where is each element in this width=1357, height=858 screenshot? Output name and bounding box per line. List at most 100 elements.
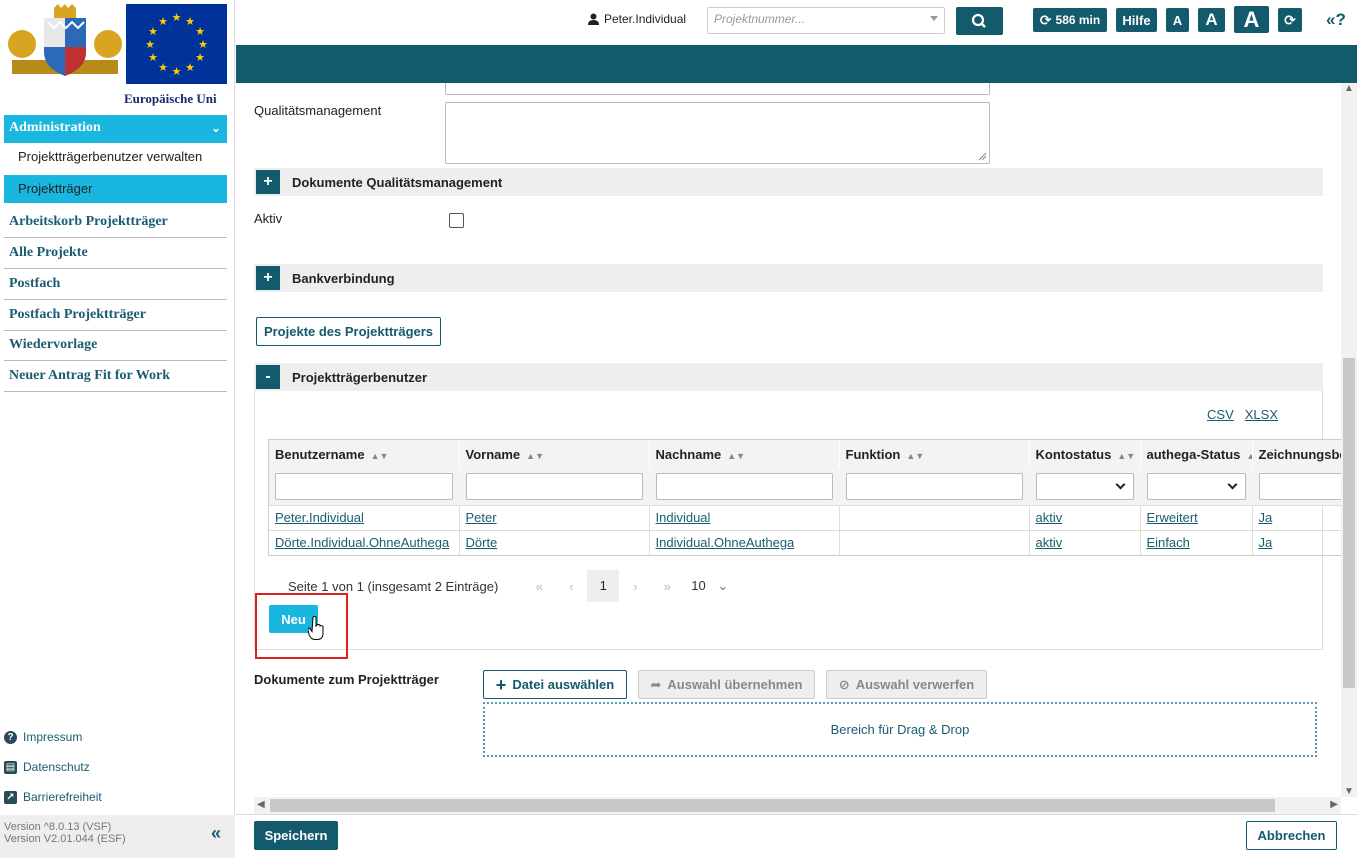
font-size-medium-button[interactable]: A: [1198, 8, 1225, 32]
prev-page-icon[interactable]: ‹: [555, 579, 587, 594]
project-number-placeholder: Projektnummer...: [714, 12, 805, 26]
share-arrow-icon: ➦: [650, 676, 662, 692]
sidebar-item-arbeitskorb[interactable]: Arbeitskorb Projektträger: [4, 207, 227, 238]
horizontal-scroll-thumb[interactable]: [270, 799, 1275, 812]
current-user: Peter.Individual: [588, 12, 686, 26]
cell-link[interactable]: Einfach: [1147, 535, 1190, 550]
expand-panel-button[interactable]: +: [256, 170, 280, 194]
svg-text:★: ★: [185, 15, 195, 28]
filter-select-kontostatus[interactable]: [1035, 472, 1134, 500]
select-file-label: Datei auswählen: [512, 677, 615, 692]
sidebar-item-projekttraeger[interactable]: Projektträger: [4, 175, 227, 203]
id-badge-icon: ▤: [4, 760, 17, 774]
column-header[interactable]: Funktion ▲▼: [839, 440, 1030, 468]
datenschutz-label: Datenschutz: [23, 760, 90, 774]
sidebar-item-postfach[interactable]: Postfach: [4, 269, 227, 300]
collapse-panel-button[interactable]: -: [256, 365, 280, 389]
column-header[interactable]: Vorname ▲▼: [459, 440, 650, 468]
sidebar-item-wiedervorlage[interactable]: Wiedervorlage: [4, 330, 227, 361]
cell-link[interactable]: Ja: [1259, 535, 1273, 550]
cell-link[interactable]: Peter: [466, 510, 497, 525]
first-page-icon[interactable]: «: [523, 579, 555, 594]
help-toggle-icon[interactable]: «?: [1326, 10, 1346, 30]
search-button[interactable]: [956, 7, 1003, 35]
vertical-scroll-thumb[interactable]: [1343, 358, 1355, 688]
filter-input-benutzername[interactable]: [275, 472, 453, 500]
sidebar-section-administration[interactable]: Administration ⌄: [4, 115, 227, 143]
scroll-right-icon[interactable]: ▶: [1330, 799, 1338, 810]
cell-link[interactable]: Dörte: [466, 535, 498, 550]
page-size-select[interactable]: 10 ⌄: [691, 578, 728, 594]
previous-textarea[interactable]: [445, 83, 990, 95]
filter-select-zeichnungsberechtigt[interactable]: [1258, 472, 1341, 500]
cell-link[interactable]: aktiv: [1036, 535, 1063, 550]
sidebar-item-neuer-antrag[interactable]: Neuer Antrag Fit for Work: [4, 361, 227, 392]
users-table-container[interactable]: Benutzername ▲▼ Vorname ▲▼ Nachname ▲▼ Funk…: [268, 439, 1341, 556]
column-header[interactable]: Zeichnungsberechtigt▲▼: [1252, 440, 1341, 468]
expand-panel-button[interactable]: +: [256, 266, 280, 290]
horizontal-scrollbar[interactable]: ◀ ▶: [254, 797, 1341, 814]
filter-row: [269, 468, 1341, 505]
sidebar: ★ ★ ★ ★ ★ ★ ★ ★ ★ ★ ★ ★ Europäische Uni Administr…: [0, 0, 235, 858]
session-timer-button[interactable]: ⟳ 586 min: [1033, 8, 1107, 32]
bank-panel-header[interactable]: + Bankverbindung: [254, 264, 1323, 292]
scroll-up-icon[interactable]: ▲: [1344, 83, 1354, 94]
qm-textarea[interactable]: [445, 102, 990, 164]
sidebar-item-alle-projekte[interactable]: Alle Projekte: [4, 238, 227, 269]
last-page-icon[interactable]: »: [651, 579, 683, 594]
export-xlsx-link[interactable]: XLSX: [1245, 407, 1278, 422]
filter-input-funktion[interactable]: [845, 472, 1023, 500]
filter-input-nachname[interactable]: [655, 472, 833, 500]
sort-icon: ▲▼: [1246, 451, 1251, 461]
barrierefreiheit-label: Barrierefreiheit: [23, 790, 102, 804]
users-panel-header[interactable]: - Projektträgerbenutzer: [254, 363, 1323, 391]
vertical-scrollbar[interactable]: ▲ ▼: [1341, 83, 1357, 797]
discard-selection-label: Auswahl verwerfen: [855, 677, 975, 692]
current-page-button[interactable]: 1: [587, 570, 620, 602]
users-table: Benutzername ▲▼ Vorname ▲▼ Nachname ▲▼ Funk…: [269, 440, 1341, 555]
svg-text:★: ★: [148, 51, 158, 64]
cell-link[interactable]: Ja: [1259, 510, 1273, 525]
help-button[interactable]: Hilfe: [1116, 8, 1157, 32]
sidebar-item-postfach-projekttraeger[interactable]: Postfach Projektträger: [4, 300, 227, 331]
header-band: [236, 45, 1357, 83]
column-header[interactable]: Nachname ▲▼: [649, 440, 840, 468]
datenschutz-link[interactable]: ▤ Datenschutz: [4, 760, 90, 774]
column-header[interactable]: Benutzername ▲▼: [269, 440, 460, 468]
apply-selection-button[interactable]: ➦ Auswahl übernehmen: [638, 670, 815, 699]
docs-qm-panel-header[interactable]: + Dokumente Qualitätsmanagement: [254, 168, 1323, 196]
save-button[interactable]: Speichern: [254, 821, 338, 850]
drag-drop-zone[interactable]: Bereich für Drag & Drop: [483, 702, 1317, 757]
discard-selection-button[interactable]: ⊘ Auswahl verwerfen: [826, 670, 987, 699]
scroll-left-icon[interactable]: ◀: [257, 799, 265, 810]
cell-link[interactable]: aktiv: [1036, 510, 1063, 525]
cancel-button[interactable]: Abbrechen: [1246, 821, 1337, 850]
select-file-button[interactable]: + Datei auswählen: [483, 670, 627, 699]
collapse-sidebar-icon[interactable]: «: [211, 824, 221, 842]
barrierefreiheit-link[interactable]: ↗ Barrierefreiheit: [4, 790, 102, 804]
resize-handle-icon[interactable]: [977, 151, 987, 161]
impressum-link[interactable]: ? Impressum: [4, 730, 82, 744]
font-size-small-button[interactable]: A: [1166, 8, 1189, 32]
filter-select-authega-status[interactable]: [1146, 472, 1246, 500]
aktiv-checkbox[interactable]: [449, 213, 464, 228]
column-header[interactable]: authega-Status▲▼: [1140, 440, 1253, 468]
sort-icon: ▲▼: [906, 450, 925, 461]
reset-font-button[interactable]: ⟳: [1278, 8, 1302, 32]
project-number-input[interactable]: Projektnummer...: [707, 7, 945, 34]
chevron-down-icon: ⌄: [210, 121, 221, 135]
scroll-down-icon[interactable]: ▼: [1344, 786, 1354, 797]
projects-of-provider-button[interactable]: Projekte des Projektträgers: [256, 317, 441, 346]
sidebar-item-projekttraegerbenutzer[interactable]: Projektträgerbenutzer verwalten: [4, 149, 227, 171]
svg-text:★: ★: [195, 25, 205, 38]
cell-link[interactable]: Erweitert: [1147, 510, 1198, 525]
cell-link[interactable]: Peter.Individual: [275, 510, 364, 525]
filter-input-vorname[interactable]: [465, 472, 643, 500]
next-page-icon[interactable]: ›: [619, 579, 651, 594]
column-header[interactable]: Kontostatus ▲▼: [1029, 440, 1141, 468]
cell-link[interactable]: Individual.OhneAuthega: [656, 535, 795, 550]
cell-link[interactable]: Dörte.Individual.OhneAuthega: [275, 535, 449, 550]
export-csv-link[interactable]: CSV: [1207, 407, 1234, 422]
font-size-large-button[interactable]: A: [1234, 6, 1269, 33]
cell-link[interactable]: Individual: [656, 510, 711, 525]
